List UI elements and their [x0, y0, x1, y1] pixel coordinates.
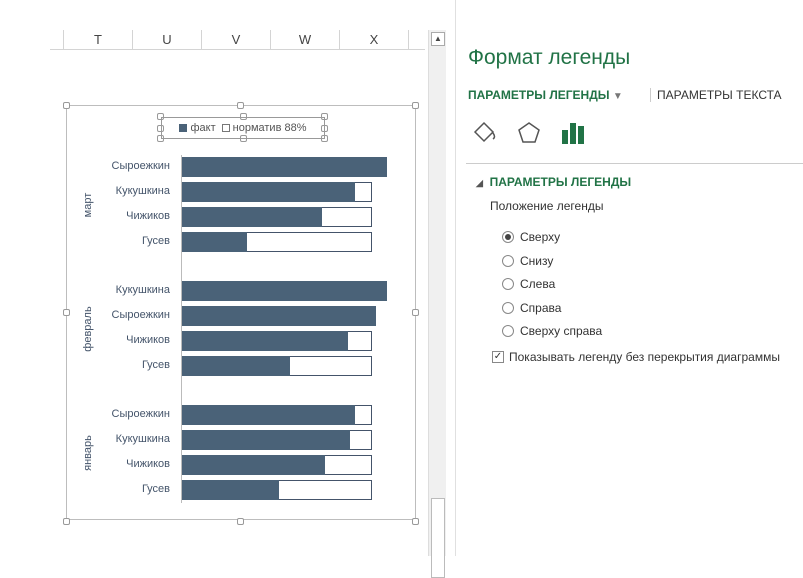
pane-title: Формат легенды	[468, 46, 631, 69]
category-label: Чижиков	[126, 458, 170, 470]
resize-handle[interactable]	[63, 518, 70, 525]
fact-bar[interactable]	[182, 331, 349, 351]
scroll-up-icon[interactable]: ▲	[431, 32, 445, 46]
effects-pentagon-icon[interactable]	[516, 120, 542, 146]
chart-legend[interactable]: факт норматив 88%	[161, 117, 325, 139]
radio-position-option[interactable]: Справа	[502, 301, 561, 315]
radio-icon	[502, 325, 514, 337]
legend-swatch-norm	[221, 124, 230, 132]
fact-bar[interactable]	[182, 455, 325, 475]
fact-bar[interactable]	[182, 207, 323, 227]
resize-handle[interactable]	[63, 102, 70, 109]
column-headers: T U V W X	[50, 30, 425, 50]
tab-legend-options[interactable]: ПАРАМЕТРЫ ЛЕГЕНДЫ ▼	[468, 88, 623, 102]
fact-bar[interactable]	[182, 306, 377, 326]
legend-swatch-fact	[179, 124, 188, 132]
legend-options-chart-icon[interactable]	[560, 120, 586, 146]
category-label: Гусев	[141, 235, 170, 247]
legend-norm: норматив 88%	[221, 122, 307, 134]
radio-icon	[502, 255, 514, 267]
fact-bar[interactable]	[182, 480, 280, 500]
resize-handle[interactable]	[237, 102, 244, 109]
group-label: февраль	[82, 306, 94, 352]
legend-fact: факт	[179, 122, 216, 134]
radio-label: Снизу	[520, 254, 554, 268]
category-label: Гусев	[141, 483, 170, 495]
category-label: Кукушкина	[115, 433, 170, 445]
col-header[interactable]: V	[202, 30, 271, 49]
radio-label: Слева	[520, 277, 556, 291]
radio-label: Справа	[520, 301, 562, 315]
radio-position-option[interactable]: Сверху	[502, 230, 560, 244]
col-header[interactable]: X	[340, 30, 409, 49]
radio-position-option[interactable]: Слева	[502, 277, 555, 291]
radio-icon	[502, 302, 514, 314]
radio-position-option[interactable]: Сверху справа	[502, 324, 602, 338]
section-legend-options[interactable]: ◢ ПАРАМЕТРЫ ЛЕГЕНДЫ	[476, 175, 631, 189]
fact-bar[interactable]	[182, 157, 388, 177]
radio-icon	[502, 278, 514, 290]
group-label: март	[82, 192, 94, 218]
radio-icon	[502, 231, 514, 243]
category-label: Чижиков	[126, 210, 170, 222]
fill-line-icon[interactable]	[472, 120, 498, 146]
group-label: январь	[82, 435, 94, 471]
divider	[466, 163, 803, 164]
legend-label-norm: норматив 88%	[232, 122, 307, 134]
resize-handle[interactable]	[237, 518, 244, 525]
category-label: Сыроежкин	[111, 309, 170, 321]
fact-bar[interactable]	[182, 182, 355, 202]
radio-label: Сверху справа	[520, 324, 603, 338]
tab-text-options[interactable]: ПАРАМЕТРЫ ТЕКСТА	[650, 88, 782, 102]
radio-label: Сверху	[520, 230, 561, 244]
resize-handle[interactable]	[412, 518, 419, 525]
legend-position-label: Положение легенды	[490, 199, 604, 213]
resize-handle[interactable]	[412, 102, 419, 109]
dropdown-icon: ▼	[612, 91, 623, 102]
vertical-scrollbar[interactable]: ▲	[428, 30, 446, 578]
no-overlap-checkbox[interactable]: ✓ Показывать легенду без перекрытия диагр…	[492, 350, 780, 364]
category-label: Кукушкина	[115, 284, 170, 296]
checkbox-icon: ✓	[492, 351, 504, 363]
col-header[interactable]: W	[271, 30, 340, 49]
col-header[interactable]: T	[64, 30, 133, 49]
tab-label: ПАРАМЕТРЫ ЛЕГЕНДЫ	[468, 88, 610, 102]
legend-label-fact: факт	[190, 122, 216, 134]
radio-position-option[interactable]: Снизу	[502, 254, 553, 268]
scroll-thumb[interactable]	[431, 498, 445, 578]
resize-handle[interactable]	[412, 309, 419, 316]
category-label: Сыроежкин	[111, 408, 170, 420]
fact-bar[interactable]	[182, 232, 247, 252]
category-label: Чижиков	[126, 334, 170, 346]
category-label: Гусев	[141, 359, 170, 371]
col-spacer	[50, 30, 64, 49]
checkbox-label: Показывать легенду без перекрытия диагра…	[509, 350, 780, 364]
collapse-icon: ◢	[476, 178, 483, 188]
fact-bar[interactable]	[182, 281, 388, 301]
format-legend-pane: Формат легенды ПАРАМЕТРЫ ЛЕГЕНДЫ ▼ ПАРАМ…	[455, 0, 803, 556]
fact-bar[interactable]	[182, 405, 355, 425]
section-label: ПАРАМЕТРЫ ЛЕГЕНДЫ	[489, 175, 632, 189]
category-label: Кукушкина	[115, 185, 170, 197]
category-label: Сыроежкин	[111, 160, 170, 172]
col-header[interactable]: U	[133, 30, 202, 49]
resize-handle[interactable]	[63, 309, 70, 316]
fact-bar[interactable]	[182, 430, 351, 450]
fact-bar[interactable]	[182, 356, 290, 376]
